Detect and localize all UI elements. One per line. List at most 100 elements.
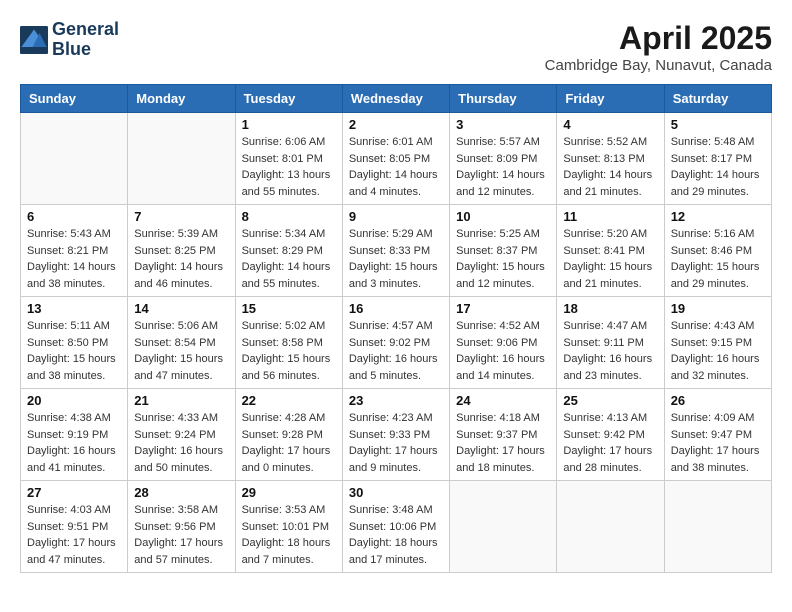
title-block: April 2025 Cambridge Bay, Nunavut, Canad…: [545, 20, 772, 74]
sunset-text: Sunset: 9:24 PM: [134, 429, 215, 441]
sunset-text: Sunset: 9:56 PM: [134, 521, 215, 533]
day-number: 13: [27, 301, 121, 316]
calendar-cell: 12Sunrise: 5:16 AMSunset: 8:46 PMDayligh…: [664, 205, 771, 297]
sunset-text: Sunset: 9:51 PM: [27, 521, 108, 533]
sunrise-text: Sunrise: 5:34 AM: [242, 228, 326, 240]
weekday-header-saturday: Saturday: [664, 85, 771, 113]
day-number: 9: [349, 209, 443, 224]
sunset-text: Sunset: 9:37 PM: [456, 429, 537, 441]
sunrise-text: Sunrise: 5:48 AM: [671, 136, 755, 148]
calendar-cell: 17Sunrise: 4:52 AMSunset: 9:06 PMDayligh…: [450, 297, 557, 389]
daylight-text: Daylight: 14 hours and 21 minutes.: [563, 169, 652, 198]
calendar-cell: [557, 481, 664, 573]
calendar-cell: 2Sunrise: 6:01 AMSunset: 8:05 PMDaylight…: [342, 113, 449, 205]
day-number: 12: [671, 209, 765, 224]
sunset-text: Sunset: 8:33 PM: [349, 245, 430, 257]
day-info: Sunrise: 5:20 AMSunset: 8:41 PMDaylight:…: [563, 226, 657, 292]
daylight-text: Daylight: 15 hours and 3 minutes.: [349, 261, 438, 290]
calendar-cell: 20Sunrise: 4:38 AMSunset: 9:19 PMDayligh…: [21, 389, 128, 481]
sunset-text: Sunset: 9:19 PM: [27, 429, 108, 441]
day-number: 27: [27, 485, 121, 500]
location: Cambridge Bay, Nunavut, Canada: [545, 57, 772, 74]
daylight-text: Daylight: 14 hours and 55 minutes.: [242, 261, 331, 290]
calendar-cell: 15Sunrise: 5:02 AMSunset: 8:58 PMDayligh…: [235, 297, 342, 389]
daylight-text: Daylight: 17 hours and 9 minutes.: [349, 445, 438, 474]
daylight-text: Daylight: 16 hours and 23 minutes.: [563, 353, 652, 382]
day-info: Sunrise: 5:43 AMSunset: 8:21 PMDaylight:…: [27, 226, 121, 292]
day-number: 19: [671, 301, 765, 316]
sunset-text: Sunset: 8:05 PM: [349, 153, 430, 165]
sunset-text: Sunset: 8:46 PM: [671, 245, 752, 257]
day-number: 11: [563, 209, 657, 224]
day-number: 29: [242, 485, 336, 500]
sunset-text: Sunset: 8:13 PM: [563, 153, 644, 165]
day-info: Sunrise: 4:09 AMSunset: 9:47 PMDaylight:…: [671, 410, 765, 476]
daylight-text: Daylight: 18 hours and 17 minutes.: [349, 537, 438, 566]
daylight-text: Daylight: 13 hours and 55 minutes.: [242, 169, 331, 198]
sunrise-text: Sunrise: 4:13 AM: [563, 412, 647, 424]
sunset-text: Sunset: 8:25 PM: [134, 245, 215, 257]
day-number: 20: [27, 393, 121, 408]
calendar-cell: 22Sunrise: 4:28 AMSunset: 9:28 PMDayligh…: [235, 389, 342, 481]
day-info: Sunrise: 4:28 AMSunset: 9:28 PMDaylight:…: [242, 410, 336, 476]
day-info: Sunrise: 3:53 AMSunset: 10:01 PMDaylight…: [242, 502, 336, 568]
day-info: Sunrise: 5:39 AM Sunset: 8:25 PM Daylight:…: [134, 226, 228, 292]
calendar-cell: 9Sunrise: 5:29 AMSunset: 8:33 PMDaylight…: [342, 205, 449, 297]
day-info: Sunrise: 5:48 AMSunset: 8:17 PMDaylight:…: [671, 134, 765, 200]
sunrise-text: Sunrise: 4:47 AM: [563, 320, 647, 332]
calendar-cell: 27 Sunrise: 4:03 AM Sunset: 9:51 PM Dayligh…: [21, 481, 128, 573]
calendar-cell: 21Sunrise: 4:33 AMSunset: 9:24 PMDayligh…: [128, 389, 235, 481]
day-number: 30: [349, 485, 443, 500]
day-info: Sunrise: 5:52 AMSunset: 8:13 PMDaylight:…: [563, 134, 657, 200]
logo: General Blue: [20, 20, 119, 60]
day-info: Sunrise: 4:52 AMSunset: 9:06 PMDaylight:…: [456, 318, 550, 384]
calendar-cell: 8Sunrise: 5:34 AMSunset: 8:29 PMDaylight…: [235, 205, 342, 297]
sunrise-text: Sunrise: 4:03 AM: [27, 504, 111, 516]
calendar-cell: 6 Sunrise: 5:43 AMSunset: 8:21 PMDaylight…: [21, 205, 128, 297]
day-info: Sunrise: 4:57 AMSunset: 9:02 PMDaylight:…: [349, 318, 443, 384]
day-number: 7: [134, 209, 228, 224]
calendar-week-row: 6 Sunrise: 5:43 AMSunset: 8:21 PMDaylight…: [21, 205, 772, 297]
weekday-header-sunday: Sunday: [21, 85, 128, 113]
sunset-text: Sunset: 8:50 PM: [27, 337, 108, 349]
day-number: 6: [27, 209, 121, 224]
day-info: Sunrise: 4:03 AM Sunset: 9:51 PM Daylight:…: [27, 502, 121, 568]
daylight-text: Daylight: 14 hours and 29 minutes.: [671, 169, 760, 198]
daylight-text: Daylight: 17 hours and 38 minutes.: [671, 445, 760, 474]
day-number: 1: [242, 117, 336, 132]
day-number: 16: [349, 301, 443, 316]
sunrise-text: Sunrise: 5:39 AM: [134, 228, 218, 240]
daylight-text: Daylight: 17 hours and 57 minutes.: [134, 537, 223, 566]
daylight-text: Daylight: 18 hours and 7 minutes.: [242, 537, 331, 566]
sunrise-text: Sunrise: 4:43 AM: [671, 320, 755, 332]
day-info: Sunrise: 3:48 AMSunset: 10:06 PMDaylight…: [349, 502, 443, 568]
day-number: 28: [134, 485, 228, 500]
daylight-text: Daylight: 16 hours and 5 minutes.: [349, 353, 438, 382]
daylight-text: Daylight: 14 hours and 46 minutes.: [134, 261, 223, 290]
calendar-cell: 13Sunrise: 5:11 AMSunset: 8:50 PMDayligh…: [21, 297, 128, 389]
sunrise-text: Sunrise: 4:28 AM: [242, 412, 326, 424]
calendar-cell: 5Sunrise: 5:48 AMSunset: 8:17 PMDaylight…: [664, 113, 771, 205]
calendar-cell: 19Sunrise: 4:43 AMSunset: 9:15 PMDayligh…: [664, 297, 771, 389]
page-header: General Blue April 2025 Cambridge Bay, N…: [20, 20, 772, 74]
weekday-header-friday: Friday: [557, 85, 664, 113]
day-info: Sunrise: 4:18 AMSunset: 9:37 PMDaylight:…: [456, 410, 550, 476]
day-info: Sunrise: 6:01 AMSunset: 8:05 PMDaylight:…: [349, 134, 443, 200]
sunrise-text: Sunrise: 3:53 AM: [242, 504, 326, 516]
daylight-text: Daylight: 15 hours and 38 minutes.: [27, 353, 116, 382]
sunrise-text: Sunrise: 5:20 AM: [563, 228, 647, 240]
calendar-cell: [21, 113, 128, 205]
calendar-cell: 4Sunrise: 5:52 AMSunset: 8:13 PMDaylight…: [557, 113, 664, 205]
calendar-cell: 14Sunrise: 5:06 AMSunset: 8:54 PMDayligh…: [128, 297, 235, 389]
sunset-text: Sunset: 9:47 PM: [671, 429, 752, 441]
calendar-week-row: 1Sunrise: 6:06 AMSunset: 8:01 PMDaylight…: [21, 113, 772, 205]
calendar-cell: 25Sunrise: 4:13 AMSunset: 9:42 PMDayligh…: [557, 389, 664, 481]
calendar-cell: [450, 481, 557, 573]
sunset-text: Sunset: 9:33 PM: [349, 429, 430, 441]
daylight-text: Daylight: 17 hours and 47 minutes.: [27, 537, 116, 566]
sunrise-text: Sunrise: 3:48 AM: [349, 504, 433, 516]
calendar-cell: 30 Sunrise: 3:48 AMSunset: 10:06 PMDaylig…: [342, 481, 449, 573]
calendar-cell: 28Sunrise: 3:58 AMSunset: 9:56 PMDayligh…: [128, 481, 235, 573]
daylight-text: Daylight: 14 hours and 12 minutes.: [456, 169, 545, 198]
logo-icon: [20, 26, 48, 54]
